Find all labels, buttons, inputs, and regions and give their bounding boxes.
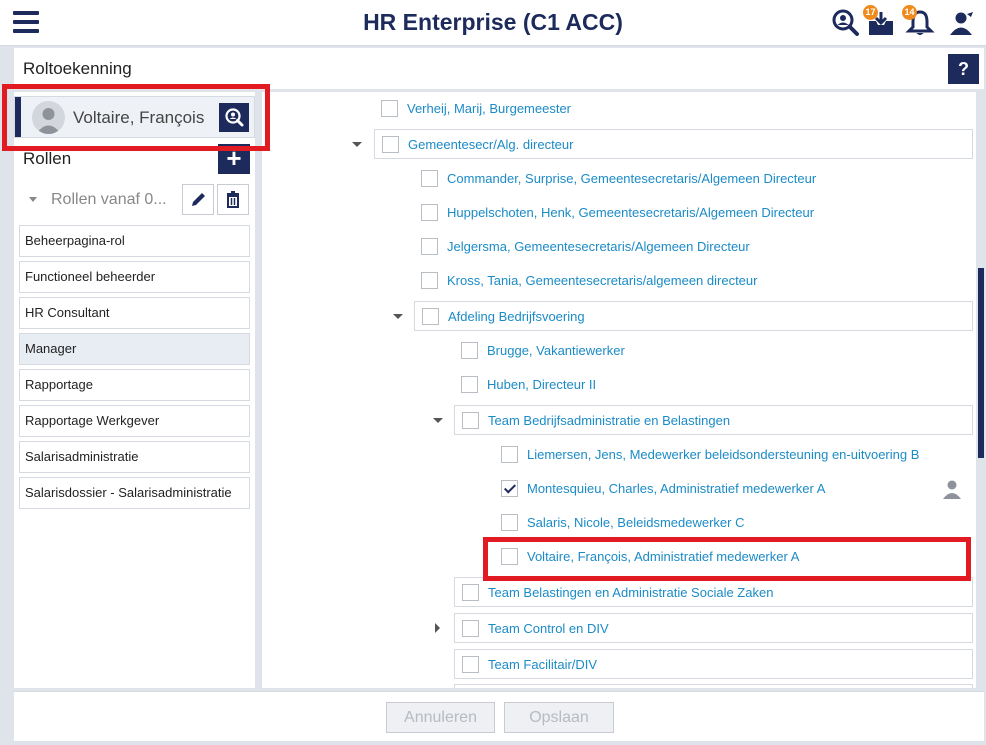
tree-item: Salaris, Nicole, Beleidsmedewerker C	[494, 508, 974, 538]
roles-list: Beheerpagina-rol Functioneel beheerder H…	[19, 225, 250, 513]
tree-checkbox[interactable]	[462, 620, 479, 637]
user-profile-icon[interactable]	[946, 8, 976, 38]
expand-toggle[interactable]	[432, 622, 444, 634]
tree-item-label[interactable]: Commander, Surprise, Gemeentesecretaris/…	[447, 171, 816, 186]
tree-item-label[interactable]: Verheij, Marij, Burgemeester	[407, 101, 571, 116]
chevron-down-icon[interactable]	[29, 197, 37, 202]
scrollbar-thumb[interactable]	[978, 268, 984, 458]
organization-tree: Verheij, Marij, Burgemeester Gemeentesec…	[262, 92, 976, 688]
person-icon[interactable]	[942, 479, 962, 499]
tree-checkbox[interactable]	[501, 548, 518, 565]
save-button[interactable]: Opslaan	[504, 702, 614, 733]
tree-group-partial	[454, 684, 973, 688]
selector-accent	[15, 97, 21, 137]
tree-checkbox[interactable]	[381, 100, 398, 117]
edit-button[interactable]	[182, 184, 214, 215]
tree-checkbox[interactable]	[501, 446, 518, 463]
tree-item-label[interactable]: Voltaire, François, Administratief medew…	[527, 549, 799, 564]
tree-item-label[interactable]: Kross, Tania, Gemeentesecretaris/algemee…	[447, 273, 757, 288]
page-header: Roltoekenning ?	[14, 48, 984, 90]
tree-item: Liemersen, Jens, Medewerker beleidsonder…	[494, 440, 974, 470]
tree-item: Huppelschoten, Henk, Gemeentesecretaris/…	[414, 198, 974, 228]
role-item[interactable]: Rapportage Werkgever	[19, 405, 250, 437]
tree-group: Team Control en DIV	[454, 613, 973, 643]
tree-item-label[interactable]: Team Facilitair/DIV	[488, 657, 597, 672]
tree-item-label[interactable]: Montesquieu, Charles, Administratief med…	[527, 481, 825, 496]
tree-checkbox[interactable]	[461, 376, 478, 393]
help-button[interactable]: ?	[948, 54, 979, 84]
user-selector[interactable]: Voltaire, François	[14, 96, 255, 138]
tree-item-label[interactable]: Liemersen, Jens, Medewerker beleidsonder…	[527, 447, 919, 462]
inbox-badge: 17	[863, 5, 878, 20]
tree-checkbox[interactable]	[421, 238, 438, 255]
tree-checkbox[interactable]	[462, 656, 479, 673]
tree-group: Afdeling Bedrijfsvoering	[414, 301, 973, 331]
tree-checkbox[interactable]	[422, 308, 439, 325]
tree-item: Montesquieu, Charles, Administratief med…	[494, 474, 974, 504]
trash-icon	[227, 191, 239, 208]
tree-group: Gemeentesecr/Alg. directeur	[374, 129, 973, 159]
collapse-toggle[interactable]	[392, 310, 404, 322]
tree-item-label[interactable]: Jelgersma, Gemeentesecretaris/Algemeen D…	[447, 239, 750, 254]
tree-checkbox[interactable]	[462, 412, 479, 429]
roles-since-label: Rollen vanaf 0...	[51, 191, 167, 208]
tree-item-label[interactable]: Team Bedrijfsadministratie en Belastinge…	[488, 413, 730, 428]
tree-item-label[interactable]: Huben, Directeur II	[487, 377, 596, 392]
tree-item: Commander, Surprise, Gemeentesecretaris/…	[414, 164, 974, 194]
tree-item: Voltaire, François, Administratief medew…	[494, 542, 974, 572]
tree-item: Jelgersma, Gemeentesecretaris/Algemeen D…	[414, 232, 974, 262]
role-item[interactable]: Salarisadministratie	[19, 441, 250, 473]
notifications-badge: 14	[902, 5, 917, 20]
roles-header: Rollen	[23, 149, 72, 168]
search-person-icon	[225, 108, 244, 127]
role-item[interactable]: Rapportage	[19, 369, 250, 401]
tree-group: Team Bedrijfsadministratie en Belastinge…	[454, 405, 973, 435]
tree-group: Team Facilitair/DIV	[454, 649, 973, 679]
tree-item: Kross, Tania, Gemeentesecretaris/algemee…	[414, 266, 974, 296]
pencil-icon	[192, 193, 205, 206]
tree-item-label[interactable]: Brugge, Vakantiewerker	[487, 343, 625, 358]
cancel-button[interactable]: Annuleren	[386, 702, 495, 733]
tree-checkbox-checked[interactable]	[501, 480, 518, 497]
role-item[interactable]: Salarisdossier - Salarisadministratie	[19, 477, 250, 509]
tree-item-label[interactable]: Team Belastingen en Administratie Social…	[488, 585, 773, 600]
add-role-button[interactable]: +	[218, 144, 250, 174]
page-title: Roltoekenning	[23, 59, 132, 78]
tree-checkbox[interactable]	[461, 342, 478, 359]
tree-item-label[interactable]: Huppelschoten, Henk, Gemeentesecretaris/…	[447, 205, 814, 220]
collapse-toggle[interactable]	[432, 414, 444, 426]
tree-checkbox[interactable]	[421, 272, 438, 289]
tree-checkbox[interactable]	[421, 204, 438, 221]
search-person-icon[interactable]	[831, 8, 861, 38]
tree-item-label[interactable]: Salaris, Nicole, Beleidsmedewerker C	[527, 515, 744, 530]
bell-icon[interactable]: 14	[902, 5, 935, 38]
roles-panel: Voltaire, François Rollen + Rollen vanaf…	[14, 92, 255, 688]
avatar	[32, 101, 65, 134]
tree-item-label[interactable]: Gemeentesecr/Alg. directeur	[408, 137, 573, 152]
tree-checkbox[interactable]	[421, 170, 438, 187]
role-item[interactable]: Beheerpagina-rol	[19, 225, 250, 257]
tree-item: Verheij, Marij, Burgemeester	[374, 94, 974, 124]
tree-checkbox[interactable]	[462, 584, 479, 601]
tree-item-label[interactable]: Afdeling Bedrijfsvoering	[448, 309, 585, 324]
role-item[interactable]: Functioneel beheerder	[19, 261, 250, 293]
app-header: HR Enterprise (C1 ACC) 17 14	[0, 0, 986, 46]
delete-button[interactable]	[217, 184, 249, 215]
roles-since-group: Rollen vanaf 0...	[14, 182, 255, 220]
tree-checkbox[interactable]	[501, 514, 518, 531]
role-item[interactable]: HR Consultant	[19, 297, 250, 329]
tree-checkbox[interactable]	[382, 136, 399, 153]
form-footer: Annuleren Opslaan	[14, 691, 984, 741]
inbox-icon[interactable]: 17	[863, 5, 896, 38]
tree-item-label[interactable]: Team Control en DIV	[488, 621, 609, 636]
tree-item: Huben, Directeur II	[454, 370, 974, 400]
user-search-button[interactable]	[219, 103, 249, 132]
role-item-active[interactable]: Manager	[19, 333, 250, 365]
tree-group: Team Belastingen en Administratie Social…	[454, 577, 973, 607]
collapse-toggle[interactable]	[351, 138, 363, 150]
selected-user-name: Voltaire, François	[73, 108, 205, 127]
tree-item: Brugge, Vakantiewerker	[454, 336, 974, 366]
